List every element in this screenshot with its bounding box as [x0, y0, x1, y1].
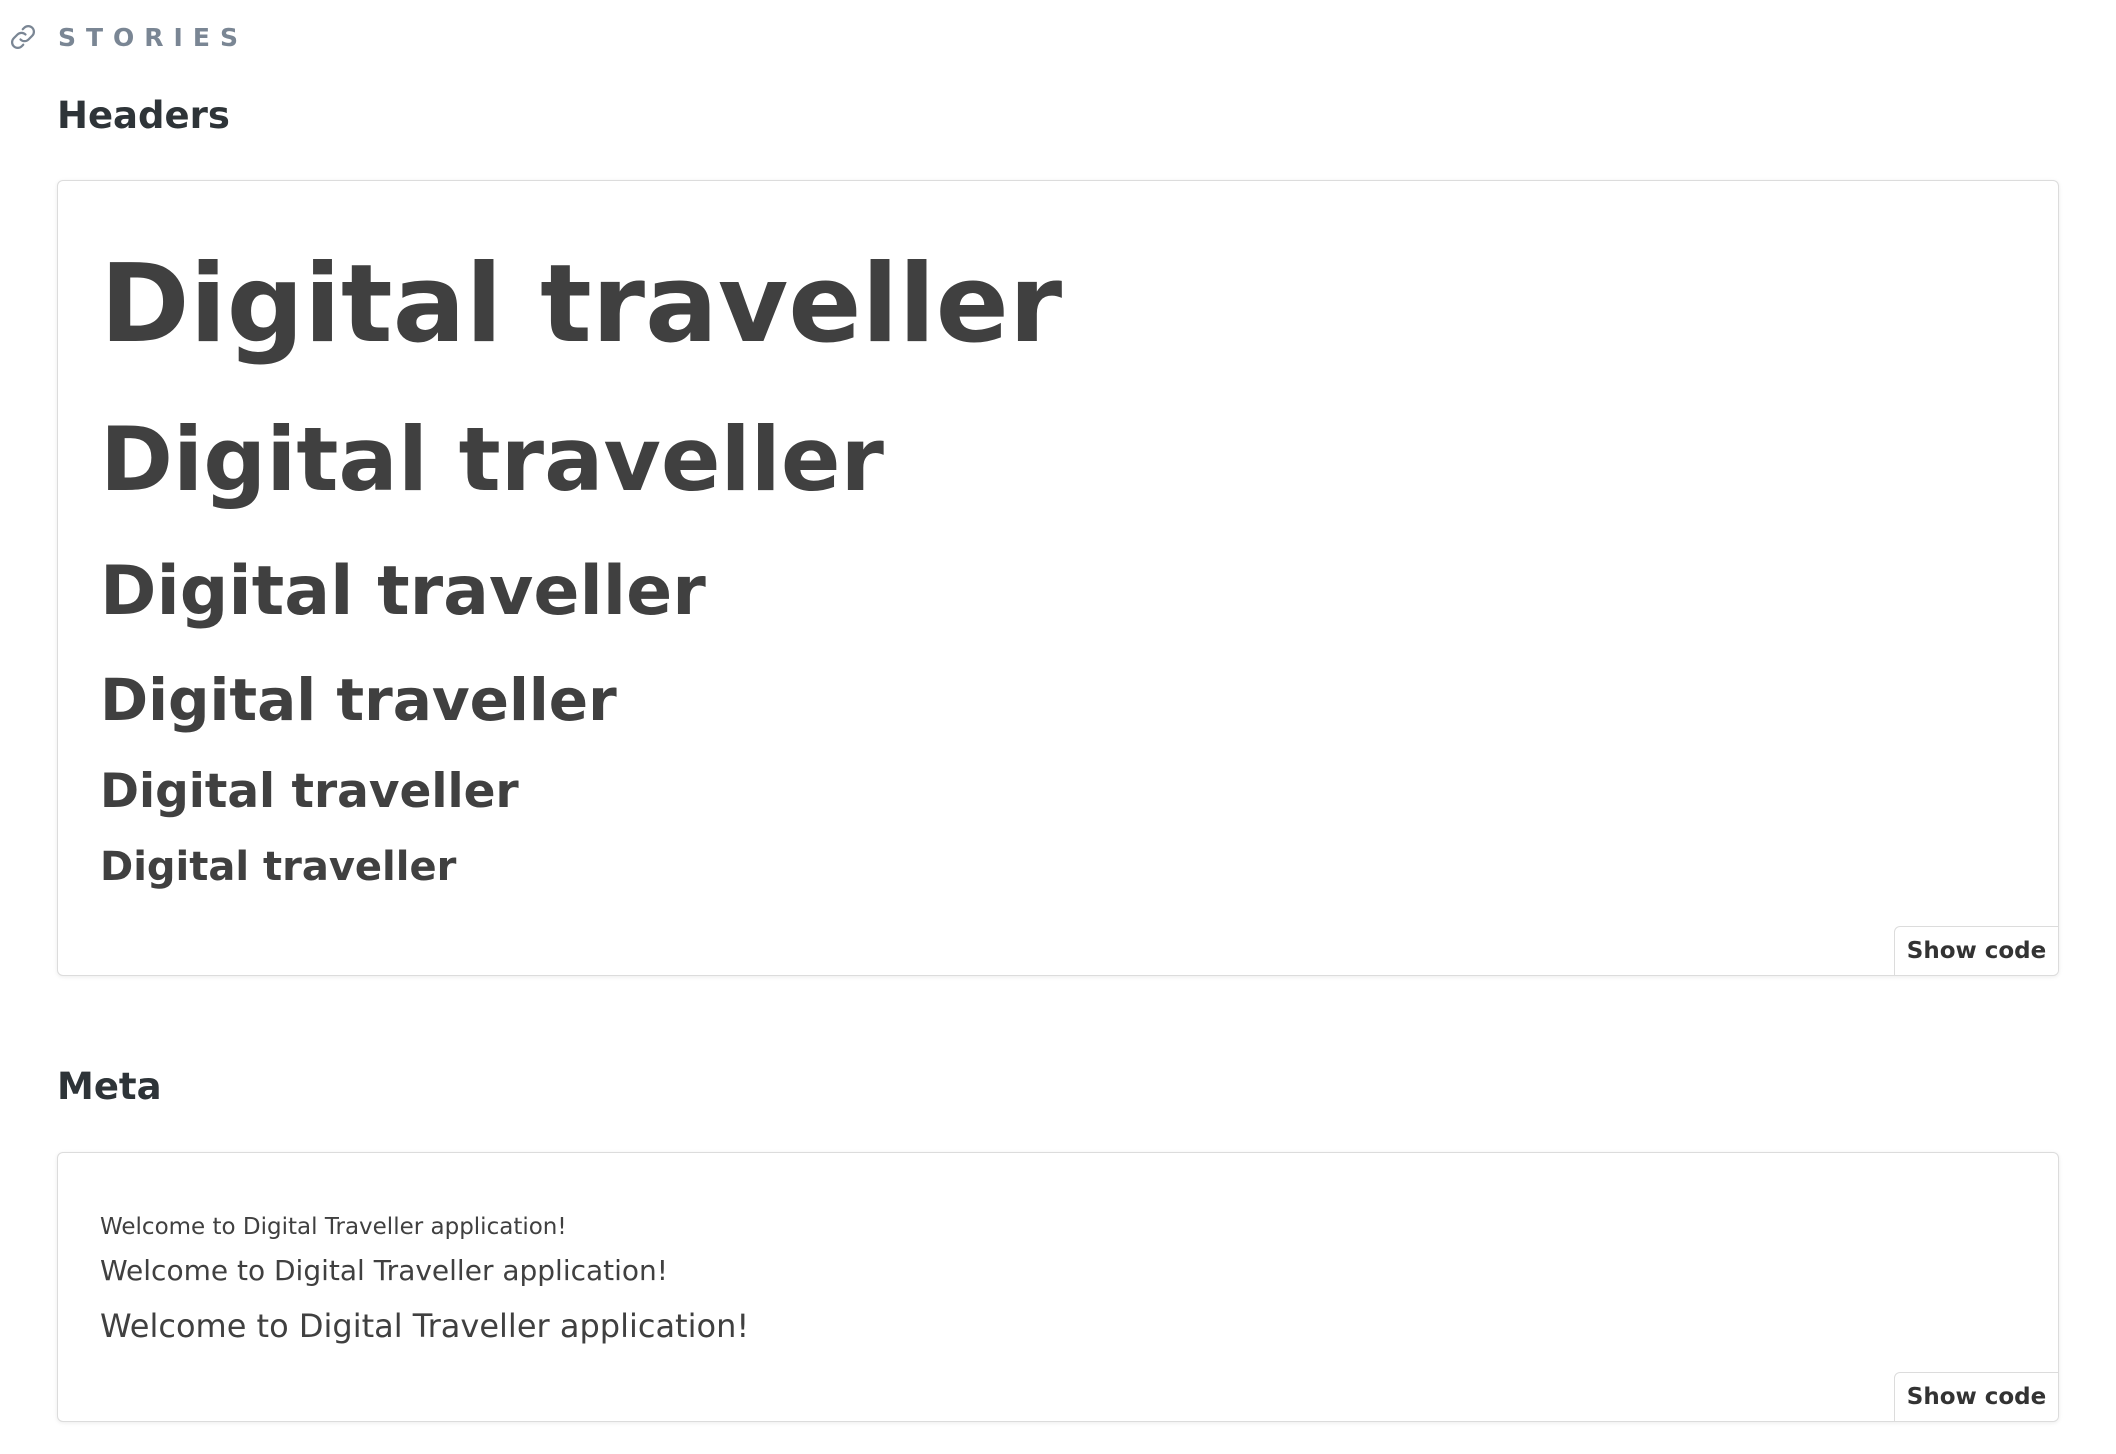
meta-text-medium: Welcome to Digital Traveller application… — [100, 1254, 669, 1287]
show-code-button[interactable]: Show code — [1894, 1372, 2058, 1421]
show-code-button[interactable]: Show code — [1894, 926, 2058, 975]
heading-h4: Digital traveller — [100, 666, 617, 734]
heading-h3: Digital traveller — [100, 552, 706, 631]
section-title-meta: Meta — [57, 1065, 162, 1108]
heading-h6: Digital traveller — [100, 844, 457, 890]
meta-text-small: Welcome to Digital Traveller application… — [100, 1214, 567, 1240]
heading-h5: Digital traveller — [100, 764, 519, 819]
section-title-headers: Headers — [57, 94, 230, 137]
stories-header: STORIES — [8, 22, 248, 52]
story-preview-meta: Welcome to Digital Traveller application… — [57, 1152, 2059, 1422]
meta-text-large: Welcome to Digital Traveller application… — [100, 1307, 750, 1345]
stories-label: STORIES — [58, 22, 248, 52]
heading-h1: Digital traveller — [100, 242, 1063, 367]
docs-page: STORIES Headers Digital traveller Digita… — [0, 0, 2116, 1454]
link-icon[interactable] — [8, 22, 38, 52]
heading-h2: Digital traveller — [100, 408, 884, 511]
story-preview-headers: Digital traveller Digital traveller Digi… — [57, 180, 2059, 976]
